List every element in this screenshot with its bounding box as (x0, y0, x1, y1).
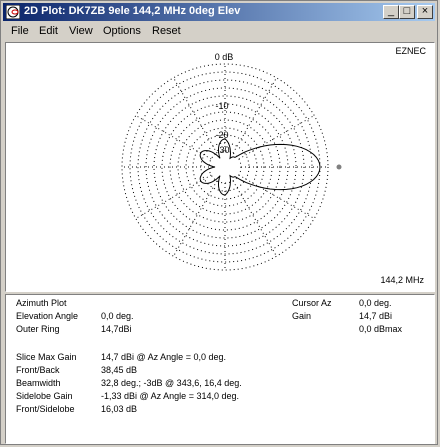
gain-value: 14,7 dBi (359, 311, 393, 321)
front-back-label: Front/Back (16, 365, 60, 375)
elevation-label: Elevation Angle (16, 311, 79, 321)
polar-plot-area[interactable]: 0 dB -10 -20 -30 EZNEC 144,2 MHz (5, 42, 435, 292)
menu-bar: File Edit View Options Reset (3, 22, 435, 41)
grid-spoke (173, 77, 218, 154)
window-title: 2D Plot: DK7ZB 9ele 144,2 MHz 0deg Elev (24, 5, 241, 17)
minimize-button[interactable]: _ (383, 5, 399, 19)
polar-spokes (122, 64, 328, 270)
slice-max-gain-value: 14,7 dBi @ Az Angle = 0,0 deg. (101, 352, 226, 362)
outer-ring-value: 14,7dBi (101, 324, 132, 334)
menu-options[interactable]: Options (103, 25, 141, 37)
cursor-az-label: Cursor Az (292, 298, 332, 308)
front-back-value: 38,45 dB (101, 365, 138, 375)
sidelobe-gain-value: -1,33 dBi @ Az Angle = 314,0 deg. (101, 391, 239, 401)
polar-plot-icon (6, 5, 20, 19)
ring-label-minus10: -10 (215, 101, 228, 111)
slice-max-gain-label: Slice Max Gain (16, 352, 77, 362)
menu-reset[interactable]: Reset (152, 25, 181, 37)
polar-plot: 0 dB -10 -20 -30 (121, 52, 342, 271)
gain-label: Gain (292, 311, 312, 321)
program-label: EZNEC (395, 46, 426, 56)
plot-info-panel: Azimuth Plot Elevation Angle 0,0 deg. Ou… (5, 294, 435, 444)
ring-label-0db: 0 dB (215, 52, 234, 62)
grid-spoke (232, 180, 277, 257)
front-sidelobe-value: 16,03 dB (101, 404, 138, 414)
sidelobe-gain-label: Sidelobe Gain (16, 391, 73, 401)
cursor-az-value: 0,0 deg. (359, 298, 392, 308)
close-button[interactable]: × (417, 5, 433, 19)
maximize-button[interactable]: □ (399, 5, 415, 19)
grid-spoke (238, 115, 315, 160)
menu-file[interactable]: File (11, 25, 29, 37)
frequency-label: 144,2 MHz (380, 275, 424, 285)
front-sidelobe-label: Front/Sidelobe (16, 404, 75, 414)
grid-spoke (173, 180, 218, 257)
outer-ring-label: Outer Ring (16, 324, 60, 334)
grid-spoke (238, 174, 315, 219)
grid-spoke (232, 77, 277, 154)
plot-window: 2D Plot: DK7ZB 9ele 144,2 MHz 0deg Elev … (0, 0, 438, 445)
beamwidth-value: 32,8 deg.; -3dB @ 343,6, 16,4 deg. (101, 378, 242, 388)
grid-ring (153, 95, 297, 239)
ring-label-minus20: -20 (215, 130, 228, 140)
beamwidth-label: Beamwidth (16, 378, 61, 388)
elevation-value: 0,0 deg. (101, 311, 134, 321)
menu-view[interactable]: View (69, 25, 93, 37)
cursor-marker (336, 164, 342, 170)
menu-edit[interactable]: Edit (39, 25, 58, 37)
title-bar[interactable]: 2D Plot: DK7ZB 9ele 144,2 MHz 0deg Elev … (3, 3, 435, 21)
ring-label-minus30: -30 (216, 145, 229, 155)
plot-type-label: Azimuth Plot (16, 298, 67, 308)
gain-dbmax-value: 0,0 dBmax (359, 324, 403, 334)
